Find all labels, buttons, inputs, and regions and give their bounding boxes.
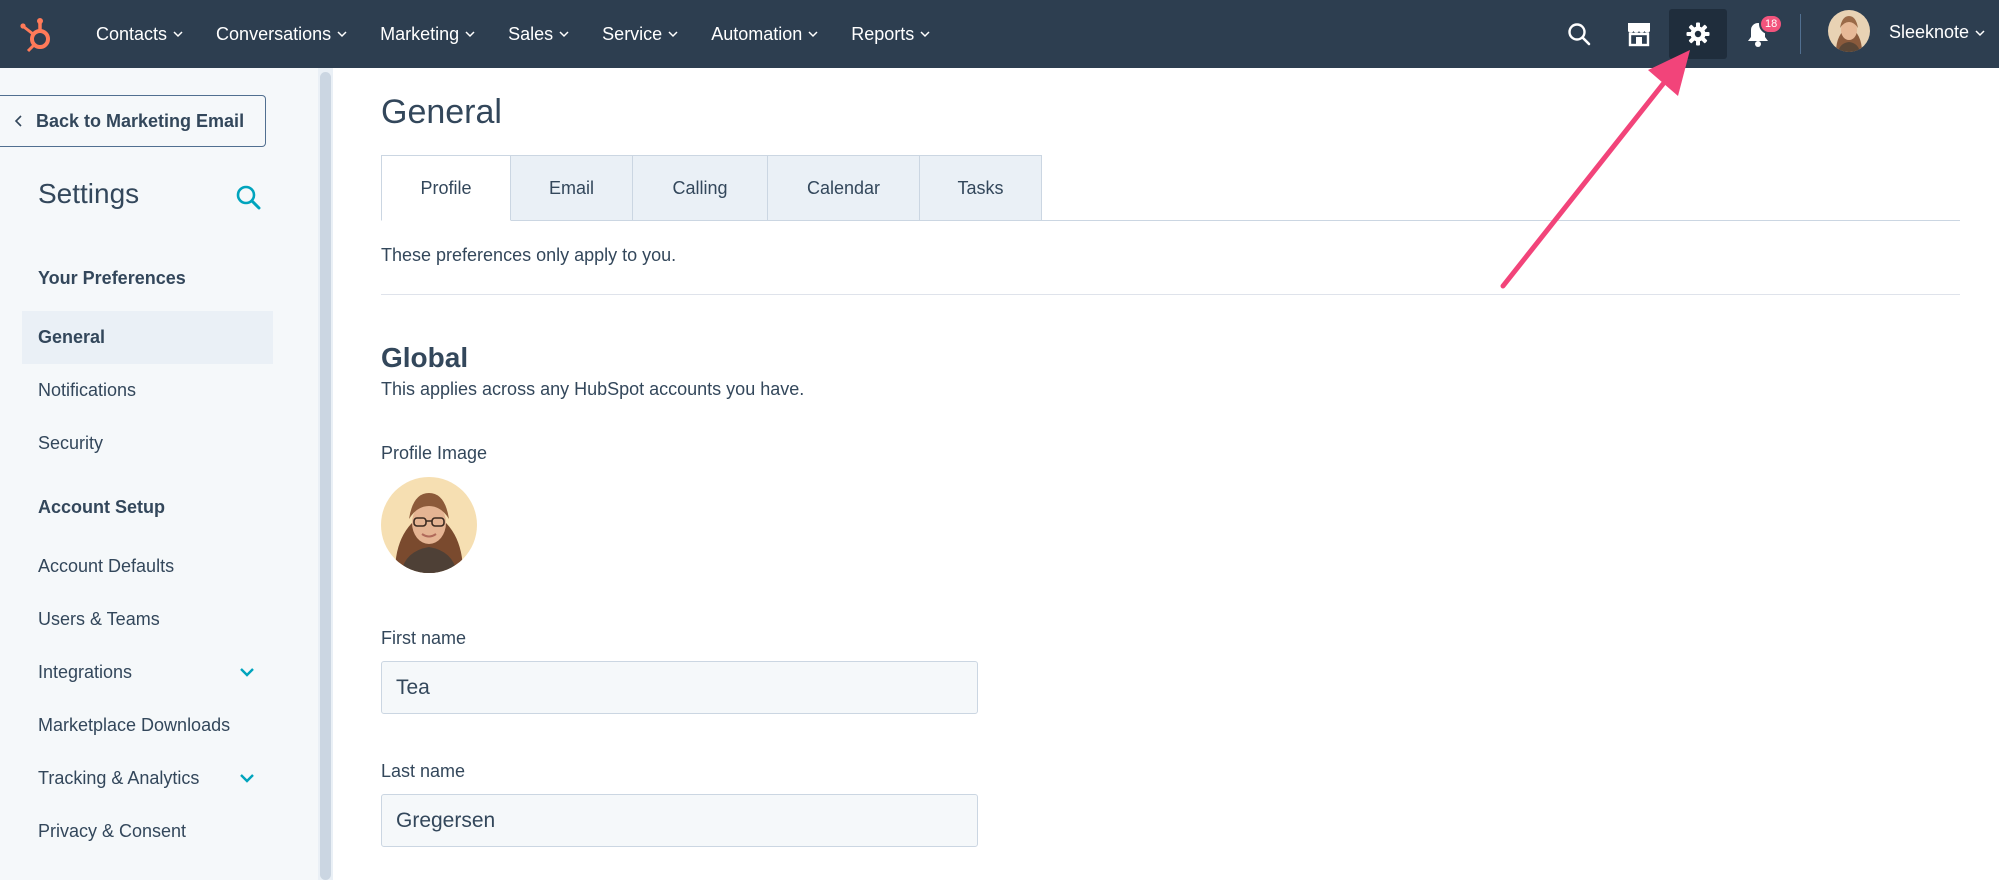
chevron-down-icon[interactable] [239, 772, 255, 784]
last-name-field[interactable] [381, 794, 978, 847]
tab-calling[interactable]: Calling [633, 155, 768, 221]
nav-reports[interactable]: Reports [851, 24, 930, 45]
chevron-down-icon [1975, 29, 1985, 36]
tab-email[interactable]: Email [511, 155, 633, 221]
chevron-down-icon [920, 31, 930, 38]
nav-service[interactable]: Service [602, 24, 678, 45]
chevron-down-icon [808, 31, 818, 38]
preferences-note: These preferences only apply to you. [381, 245, 677, 265]
tab-label: Profile [420, 177, 472, 198]
nav-label: Contacts [96, 23, 168, 44]
tab-label: Calendar [806, 177, 881, 198]
sidebar-scrollbar[interactable] [318, 68, 333, 880]
section-account-setup: Account Setup [38, 497, 166, 517]
tab-calendar[interactable]: Calendar [768, 155, 920, 221]
sidebar-item-privacy-consent[interactable]: Privacy & Consent [22, 805, 273, 858]
chevron-down-icon [173, 31, 183, 38]
chevron-down-icon [465, 31, 475, 38]
chevron-left-icon [14, 115, 22, 127]
nav-label: Conversations [216, 23, 332, 44]
sidebar-item-label: Privacy & Consent [38, 821, 187, 841]
tab-profile[interactable]: Profile [381, 155, 511, 221]
sidebar-item-tracking-analytics[interactable]: Tracking & Analytics [22, 752, 273, 805]
first-name-label: First name [381, 628, 467, 648]
chevron-down-icon [668, 31, 678, 38]
bell-icon[interactable]: 18 [1729, 9, 1787, 59]
section-divider [381, 294, 1960, 295]
nav-label: Sales [508, 23, 554, 44]
global-section-subtitle: This applies across any HubSpot accounts… [381, 379, 805, 399]
gear-icon[interactable] [1669, 9, 1727, 59]
search-icon[interactable] [1550, 9, 1608, 59]
global-section-title: Global [381, 342, 469, 373]
first-name-field[interactable] [381, 661, 978, 714]
user-avatar[interactable] [1828, 10, 1870, 52]
last-name-label: Last name [381, 761, 466, 781]
marketplace-icon[interactable] [1610, 9, 1668, 59]
sidebar-item-label: Marketplace Downloads [38, 715, 231, 735]
profile-image[interactable] [381, 477, 477, 573]
sidebar-item-integrations[interactable]: Integrations [22, 646, 273, 699]
user-name: Sleeknote [1889, 22, 1970, 42]
back-button-label: Back to Marketing Email [36, 110, 245, 131]
nav-conversations[interactable]: Conversations [216, 24, 347, 45]
nav-label: Reports [851, 23, 915, 44]
nav-label: Marketing [380, 23, 460, 44]
account-menu[interactable]: Sleeknote [1889, 22, 1985, 43]
notification-count-badge: 18 [1759, 14, 1784, 34]
sidebar-item-label: Account Defaults [38, 556, 175, 576]
sidebar-item-notifications[interactable]: Notifications [22, 364, 273, 417]
sidebar-item-label: Security [38, 433, 104, 453]
nav-marketing[interactable]: Marketing [380, 24, 475, 45]
sidebar-item-label: Users & Teams [38, 609, 160, 629]
nav-label: Service [602, 23, 663, 44]
chevron-down-icon[interactable] [239, 666, 255, 678]
chevron-down-icon [559, 31, 569, 38]
nav-divider [1800, 14, 1801, 54]
nav-contacts[interactable]: Contacts [96, 24, 183, 45]
settings-title: Settings [38, 178, 140, 209]
tab-tasks[interactable]: Tasks [920, 155, 1042, 221]
sidebar-item-security[interactable]: Security [22, 417, 273, 470]
sidebar-item-account-defaults[interactable]: Account Defaults [22, 540, 273, 593]
scrollbar-thumb[interactable] [320, 72, 331, 880]
nav-automation[interactable]: Automation [711, 24, 818, 45]
tab-label: Tasks [957, 177, 1004, 198]
top-navigation: Contacts Conversations Marketing Sales S… [0, 0, 1999, 68]
sidebar-item-label: Integrations [38, 662, 133, 682]
sidebar-item-marketplace-downloads[interactable]: Marketplace Downloads [22, 699, 273, 752]
nav-sales[interactable]: Sales [508, 24, 569, 45]
sidebar-item-label: General [38, 327, 106, 347]
profile-image-label: Profile Image [381, 443, 488, 463]
tab-label: Calling [672, 177, 728, 198]
search-icon[interactable] [234, 183, 262, 211]
chevron-down-icon [337, 31, 347, 38]
main-menu: Contacts Conversations Marketing Sales S… [96, 0, 963, 68]
settings-tabs: Profile Email Calling Calendar Tasks [381, 155, 1042, 221]
sidebar-item-general[interactable]: General [22, 311, 273, 364]
section-your-preferences: Your Preferences [38, 268, 186, 288]
tab-label: Email [548, 177, 594, 198]
hubspot-logo-icon[interactable] [18, 14, 58, 54]
sidebar-item-users-teams[interactable]: Users & Teams [22, 593, 273, 646]
back-to-marketing-email-button[interactable]: Back to Marketing Email [0, 95, 266, 147]
sidebar-item-label: Tracking & Analytics [38, 768, 200, 788]
nav-label: Automation [711, 23, 803, 44]
sidebar-item-label: Notifications [38, 380, 137, 400]
page-title: General [381, 93, 502, 131]
